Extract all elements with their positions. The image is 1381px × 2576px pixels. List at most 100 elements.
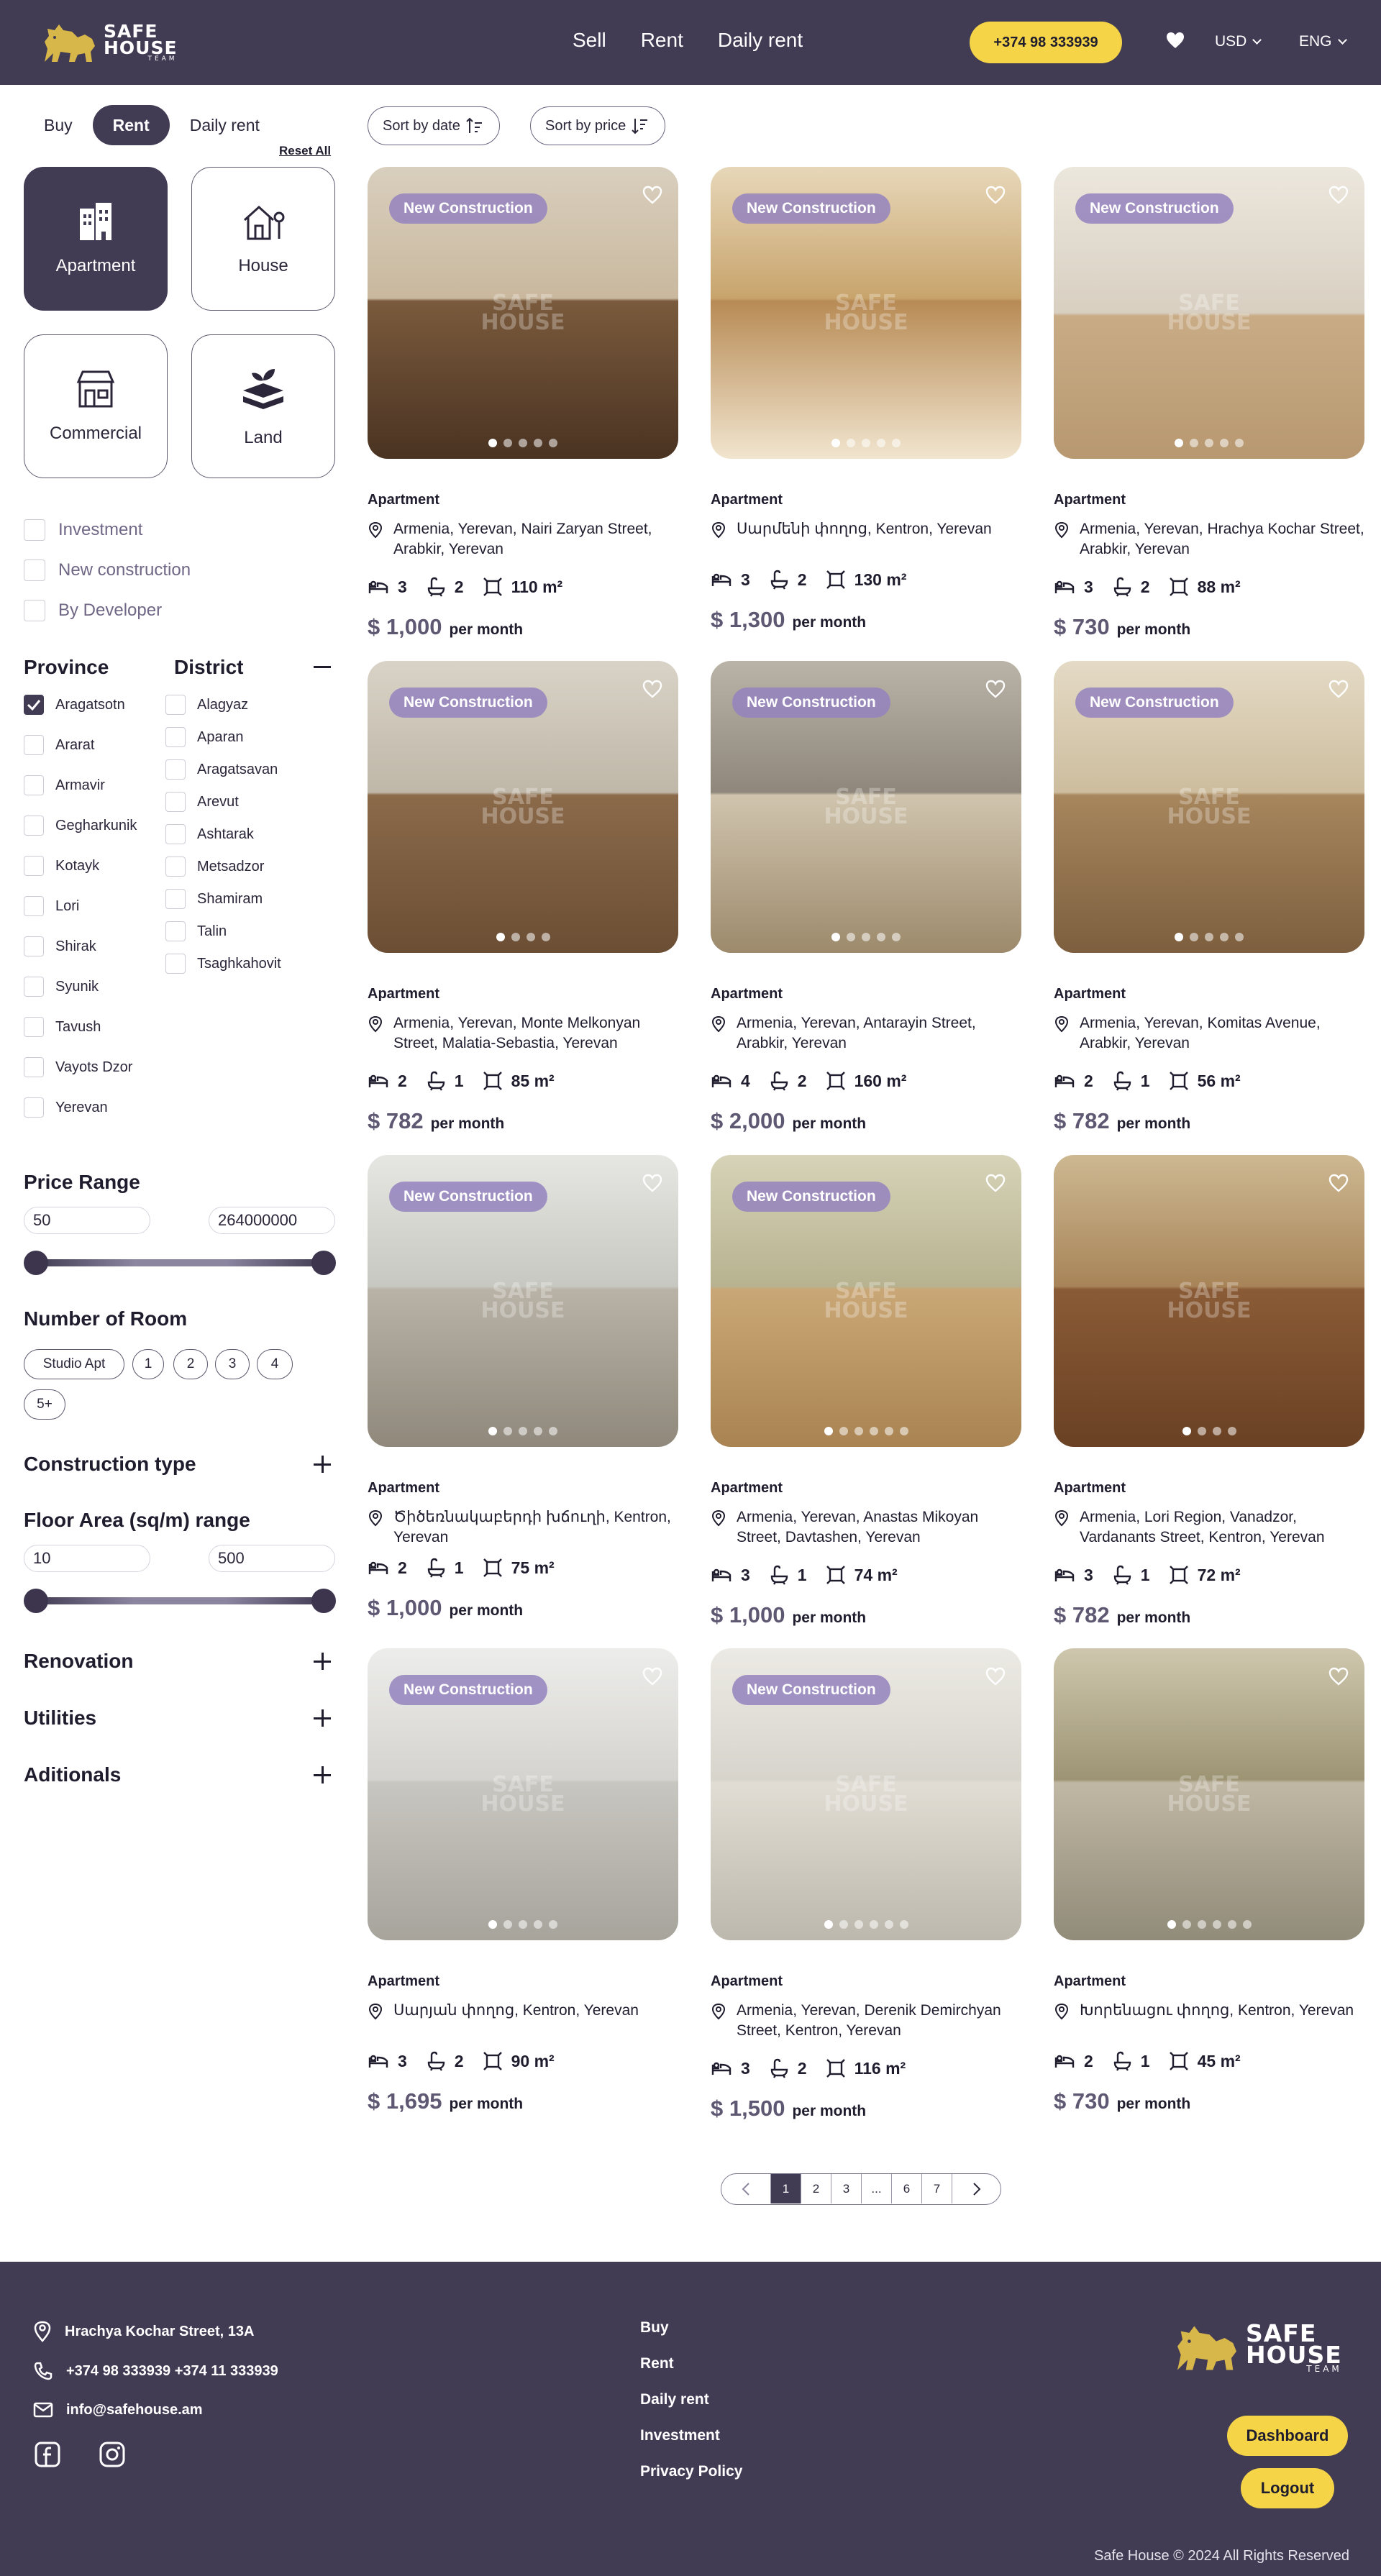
- province-option[interactable]: Kotayk: [24, 856, 99, 876]
- sort-by-date-button[interactable]: Sort by date: [368, 106, 500, 145]
- price-max-input[interactable]: 264000000: [209, 1207, 335, 1234]
- type-apartment[interactable]: Apartment: [24, 167, 168, 311]
- next-page-button[interactable]: [952, 2174, 1001, 2203]
- favorite-heart-icon[interactable]: [642, 1174, 662, 1192]
- checkbox[interactable]: [165, 727, 186, 747]
- footer-link-daily-rent[interactable]: Daily rent: [640, 2391, 709, 2408]
- price-slider-track[interactable]: [27, 1259, 332, 1266]
- province-option[interactable]: Syunik: [24, 977, 99, 997]
- footer-link-privacy[interactable]: Privacy Policy: [640, 2463, 742, 2480]
- province-option[interactable]: Lori: [24, 896, 79, 916]
- collapse-minus-icon[interactable]: [314, 666, 331, 668]
- room-chip-4[interactable]: 4: [257, 1349, 293, 1379]
- option-new-construction[interactable]: New construction: [24, 559, 191, 581]
- carousel-dot[interactable]: [1190, 439, 1198, 447]
- page-1[interactable]: 1: [770, 2174, 801, 2203]
- nav-daily-rent[interactable]: Daily rent: [718, 29, 803, 52]
- carousel-dot[interactable]: [526, 933, 535, 941]
- carousel-dot[interactable]: [1227, 1920, 1236, 1929]
- favorite-heart-icon[interactable]: [985, 186, 1006, 204]
- carousel-dot[interactable]: [534, 1920, 542, 1929]
- favorite-heart-icon[interactable]: [1328, 1174, 1349, 1192]
- carousel-dot[interactable]: [831, 439, 840, 447]
- favorite-heart-icon[interactable]: [1328, 1667, 1349, 1686]
- listing-photo[interactable]: SAFE HOUSE: [1054, 1648, 1364, 1940]
- carousel-dot[interactable]: [1220, 439, 1229, 447]
- listing-photo[interactable]: SAFE HOUSE New Construction: [711, 167, 1021, 459]
- favorite-button[interactable]: [1328, 1174, 1349, 1196]
- carousel-dot[interactable]: [869, 1920, 878, 1929]
- listing-card[interactable]: SAFE HOUSE New Construction Apartment Սարմեն…: [711, 167, 1021, 632]
- logo[interactable]: SAFE HOUSE TEAM: [40, 20, 178, 66]
- logout-button[interactable]: Logout: [1241, 2468, 1334, 2508]
- tab-buy[interactable]: Buy: [24, 105, 93, 145]
- language-select[interactable]: ENG: [1299, 33, 1347, 50]
- carousel-dot[interactable]: [824, 1427, 833, 1435]
- carousel-dot[interactable]: [1235, 933, 1244, 941]
- checkbox[interactable]: [24, 856, 44, 876]
- floor-slider-min-handle[interactable]: [24, 1589, 48, 1613]
- province-option[interactable]: Tavush: [24, 1017, 101, 1037]
- favorite-button[interactable]: [985, 186, 1006, 208]
- facebook-icon[interactable]: [35, 2442, 60, 2471]
- carousel-dot[interactable]: [1175, 933, 1183, 941]
- carousel-dot[interactable]: [1242, 1920, 1252, 1929]
- checkbox[interactable]: [24, 735, 44, 755]
- listing-photo[interactable]: SAFE HOUSE New Construction: [1054, 167, 1364, 459]
- carousel-dot[interactable]: [831, 933, 840, 941]
- province-option[interactable]: Aragatsotn: [24, 695, 125, 715]
- floor-max-input[interactable]: 500: [209, 1545, 335, 1572]
- page-2[interactable]: 2: [801, 2174, 831, 2203]
- favorite-button[interactable]: [642, 680, 662, 702]
- carousel-dot[interactable]: [519, 1920, 527, 1929]
- listing-card[interactable]: SAFE HOUSE New Construction Apartment Armeni…: [711, 661, 1021, 1133]
- district-option[interactable]: Shamiram: [165, 889, 263, 909]
- checkbox[interactable]: [165, 954, 186, 974]
- carousel-dot[interactable]: [1235, 439, 1244, 447]
- favorite-button[interactable]: [1328, 186, 1349, 208]
- checkbox[interactable]: [24, 1097, 44, 1118]
- carousel-dot[interactable]: [899, 1427, 908, 1435]
- district-option[interactable]: Talin: [165, 921, 227, 941]
- district-option[interactable]: Arevut: [165, 792, 239, 812]
- room-chip-1[interactable]: 1: [132, 1349, 164, 1379]
- footer-logo[interactable]: SAFE HOUSE TEAM: [1172, 2321, 1342, 2375]
- checkbox[interactable]: [165, 695, 186, 715]
- listing-card[interactable]: SAFE HOUSE New Construction Apartment Armeni…: [1054, 661, 1364, 1133]
- room-chip-studio[interactable]: Studio Apt: [24, 1349, 124, 1379]
- favorite-heart-icon[interactable]: [1328, 186, 1349, 204]
- district-option[interactable]: Tsaghkahovit: [165, 954, 281, 974]
- reset-all-link[interactable]: Reset All: [279, 144, 331, 158]
- carousel-dot[interactable]: [488, 1920, 497, 1929]
- carousel-dot[interactable]: [534, 439, 542, 447]
- carousel-dot[interactable]: [1190, 933, 1198, 941]
- price-slider-max-handle[interactable]: [311, 1251, 336, 1275]
- carousel-dot[interactable]: [541, 933, 550, 941]
- favorite-button[interactable]: [642, 186, 662, 208]
- favorite-heart-icon[interactable]: [642, 186, 662, 204]
- listing-photo[interactable]: SAFE HOUSE New Construction: [711, 661, 1021, 953]
- listing-photo[interactable]: SAFE HOUSE New Construction: [368, 1155, 678, 1447]
- footer-phones-text[interactable]: +374 98 333939 +374 11 333939: [66, 2363, 278, 2380]
- footer-link-rent[interactable]: Rent: [640, 2355, 674, 2372]
- province-option[interactable]: Vayots Dzor: [24, 1057, 132, 1077]
- favorite-button[interactable]: [1328, 680, 1349, 702]
- tab-rent[interactable]: Rent: [92, 105, 170, 145]
- carousel-dot[interactable]: [892, 933, 901, 941]
- carousel-dot[interactable]: [503, 439, 512, 447]
- favorite-button[interactable]: [642, 1667, 662, 1689]
- prev-page-button[interactable]: [721, 2174, 770, 2203]
- checkbox[interactable]: [24, 977, 44, 997]
- carousel-dot[interactable]: [534, 1427, 542, 1435]
- page-6[interactable]: 6: [891, 2174, 921, 2203]
- page-3[interactable]: 3: [831, 2174, 861, 2203]
- district-option[interactable]: Aparan: [165, 727, 244, 747]
- sort-by-price-button[interactable]: Sort by price: [530, 106, 666, 145]
- checkbox[interactable]: [165, 824, 186, 844]
- favorite-heart-icon[interactable]: [985, 1174, 1006, 1192]
- carousel-dot[interactable]: [884, 1427, 893, 1435]
- carousel-dot[interactable]: [1182, 1920, 1191, 1929]
- checkbox[interactable]: [24, 896, 44, 916]
- listing-photo[interactable]: SAFE HOUSE New Construction: [368, 1648, 678, 1940]
- tab-daily-rent[interactable]: Daily rent: [170, 105, 280, 145]
